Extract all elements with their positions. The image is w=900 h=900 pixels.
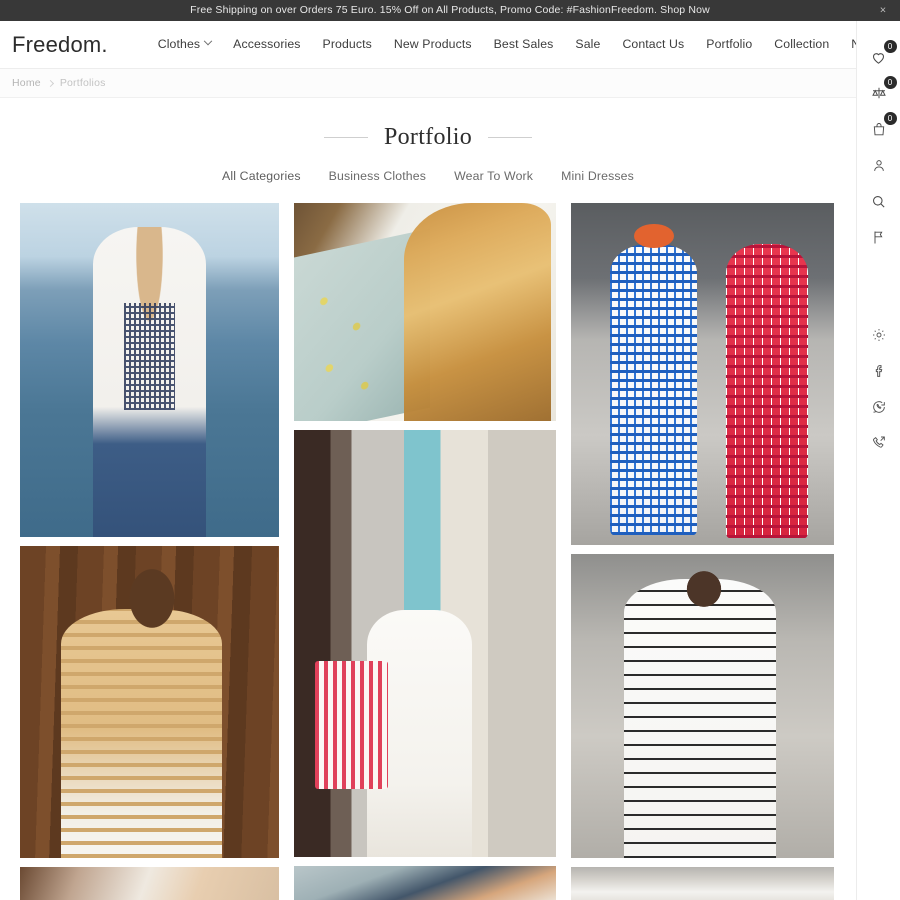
breadcrumb-separator-icon <box>46 79 54 87</box>
gallery-item-image <box>294 430 556 858</box>
filter-mini-dresses[interactable]: Mini Dresses <box>547 170 648 183</box>
breadcrumb: Home Portfolios <box>0 69 856 98</box>
heart-icon <box>870 49 887 66</box>
nav-item-best-sales[interactable]: Best Sales <box>483 37 565 52</box>
nav-item-label: Sale <box>575 37 601 52</box>
nav-item-contact-us[interactable]: Contact Us <box>611 37 695 52</box>
gallery-item-image <box>571 554 834 859</box>
gallery-column <box>571 203 834 900</box>
page-title-row: Portfolio <box>0 125 856 149</box>
nav-item-label: Collection <box>774 37 830 52</box>
rail-whatsapp-button[interactable] <box>864 392 894 422</box>
gallery-item-image <box>294 866 556 900</box>
nav-item-new-products[interactable]: New Products <box>383 37 483 52</box>
filter-wear-to-work[interactable]: Wear To Work <box>440 170 547 183</box>
gallery-item-white-embroidered-dress-detail[interactable] <box>571 867 834 900</box>
nav-item-label: Portfolio <box>706 37 753 52</box>
rail-callback-button[interactable] <box>864 428 894 458</box>
nav-item-products[interactable]: Products <box>312 37 383 52</box>
site-header: Freedom. Clothes Accessories Products New P… <box>0 21 882 69</box>
nav-item-label: Best Sales <box>493 37 554 52</box>
rail-cart-count-badge: 0 <box>883 112 897 125</box>
promo-banner: Free Shipping on over Orders 75 Euro. 15… <box>0 0 900 21</box>
nav-item-label: Contact Us <box>622 37 685 52</box>
nav-item-portfolio[interactable]: Portfolio <box>695 37 763 52</box>
category-filter-tabs: All Categories Business Clothes Wear To Wo… <box>0 170 856 183</box>
rail-compare-count-badge: 0 <box>883 76 897 89</box>
gallery-item-image <box>571 203 834 546</box>
chevron-down-icon <box>203 37 213 46</box>
user-icon <box>871 157 887 174</box>
shopping-bag-icon <box>871 121 887 138</box>
site-logo[interactable]: Freedom. <box>12 33 108 56</box>
breadcrumb-item-home[interactable]: Home <box>12 78 41 89</box>
rail-settings-button[interactable] <box>864 320 894 350</box>
orange-hat-detail <box>634 223 674 248</box>
rail-search-button[interactable] <box>864 186 894 216</box>
gallery-item-image <box>20 203 279 538</box>
gallery-item-street-style-blue-and-red-dresses[interactable] <box>571 203 834 546</box>
title-rule-right <box>488 136 533 138</box>
rail-cart-button[interactable]: 0 <box>864 112 897 144</box>
gallery-column <box>294 203 556 900</box>
filter-business-clothes[interactable]: Business Clothes <box>315 170 440 183</box>
search-icon <box>870 193 887 210</box>
gallery-item-hands-holding-tan-garment[interactable] <box>20 867 279 900</box>
nav-item-sale[interactable]: Sale <box>564 37 611 52</box>
gallery-item-woman-white-embroidered-long-dress[interactable] <box>571 554 834 859</box>
rail-wishlist-button[interactable]: 0 <box>864 40 897 72</box>
gallery-item-woman-cafe-striped-tote-bag[interactable] <box>294 430 556 858</box>
nav-item-clothes[interactable]: Clothes <box>147 37 222 52</box>
whatsapp-icon <box>871 399 887 415</box>
gallery-item-woman-tan-embroidered-jacket-wood-wall[interactable] <box>20 546 279 859</box>
nav-item-label: Clothes <box>157 37 201 52</box>
gallery-item-image <box>20 867 279 900</box>
gallery-item-image <box>20 546 279 859</box>
nav-item-accessories[interactable]: Accessories <box>222 37 311 52</box>
phone-callback-icon <box>871 435 887 451</box>
gallery-item-folded-textile-detail[interactable] <box>294 866 556 900</box>
filter-all-categories[interactable]: All Categories <box>208 170 315 183</box>
facebook-icon <box>871 363 887 379</box>
gear-icon <box>871 327 887 343</box>
gallery-column <box>20 203 279 900</box>
rail-compare-button[interactable]: 0 <box>864 76 897 108</box>
utility-sidebar: 0 0 0 <box>856 21 900 900</box>
rail-wishlist-count-badge: 0 <box>883 40 897 53</box>
breadcrumb-item-portfolios: Portfolios <box>59 76 106 89</box>
rail-account-button[interactable] <box>864 150 894 180</box>
page-title: Portfolio <box>383 124 473 150</box>
rail-report-button[interactable] <box>864 222 894 252</box>
close-icon[interactable]: × <box>876 5 890 16</box>
nav-item-label: Products <box>322 37 372 52</box>
nav-item-label: Accessories <box>233 37 301 52</box>
portfolio-gallery-grid <box>0 203 856 900</box>
flag-icon <box>871 229 887 246</box>
rail-facebook-button[interactable] <box>864 356 894 386</box>
gallery-item-blonde-woman-embroidered-blouse-sea[interactable] <box>20 203 279 538</box>
promo-banner-text: Free Shipping on over Orders 75 Euro. 15… <box>190 4 710 17</box>
main-navigation: Clothes Accessories Products New Products Be… <box>147 37 894 52</box>
gallery-item-image <box>571 867 834 900</box>
title-rule-left <box>323 136 368 138</box>
gallery-item-image <box>294 203 556 422</box>
main-content: Portfolio All Categories Business Clothes… <box>0 98 856 900</box>
nav-item-collection[interactable]: Collection <box>763 37 840 52</box>
nav-item-label: New Products <box>393 37 472 52</box>
gallery-item-red-haired-woman-printed-scarf[interactable] <box>294 203 556 422</box>
